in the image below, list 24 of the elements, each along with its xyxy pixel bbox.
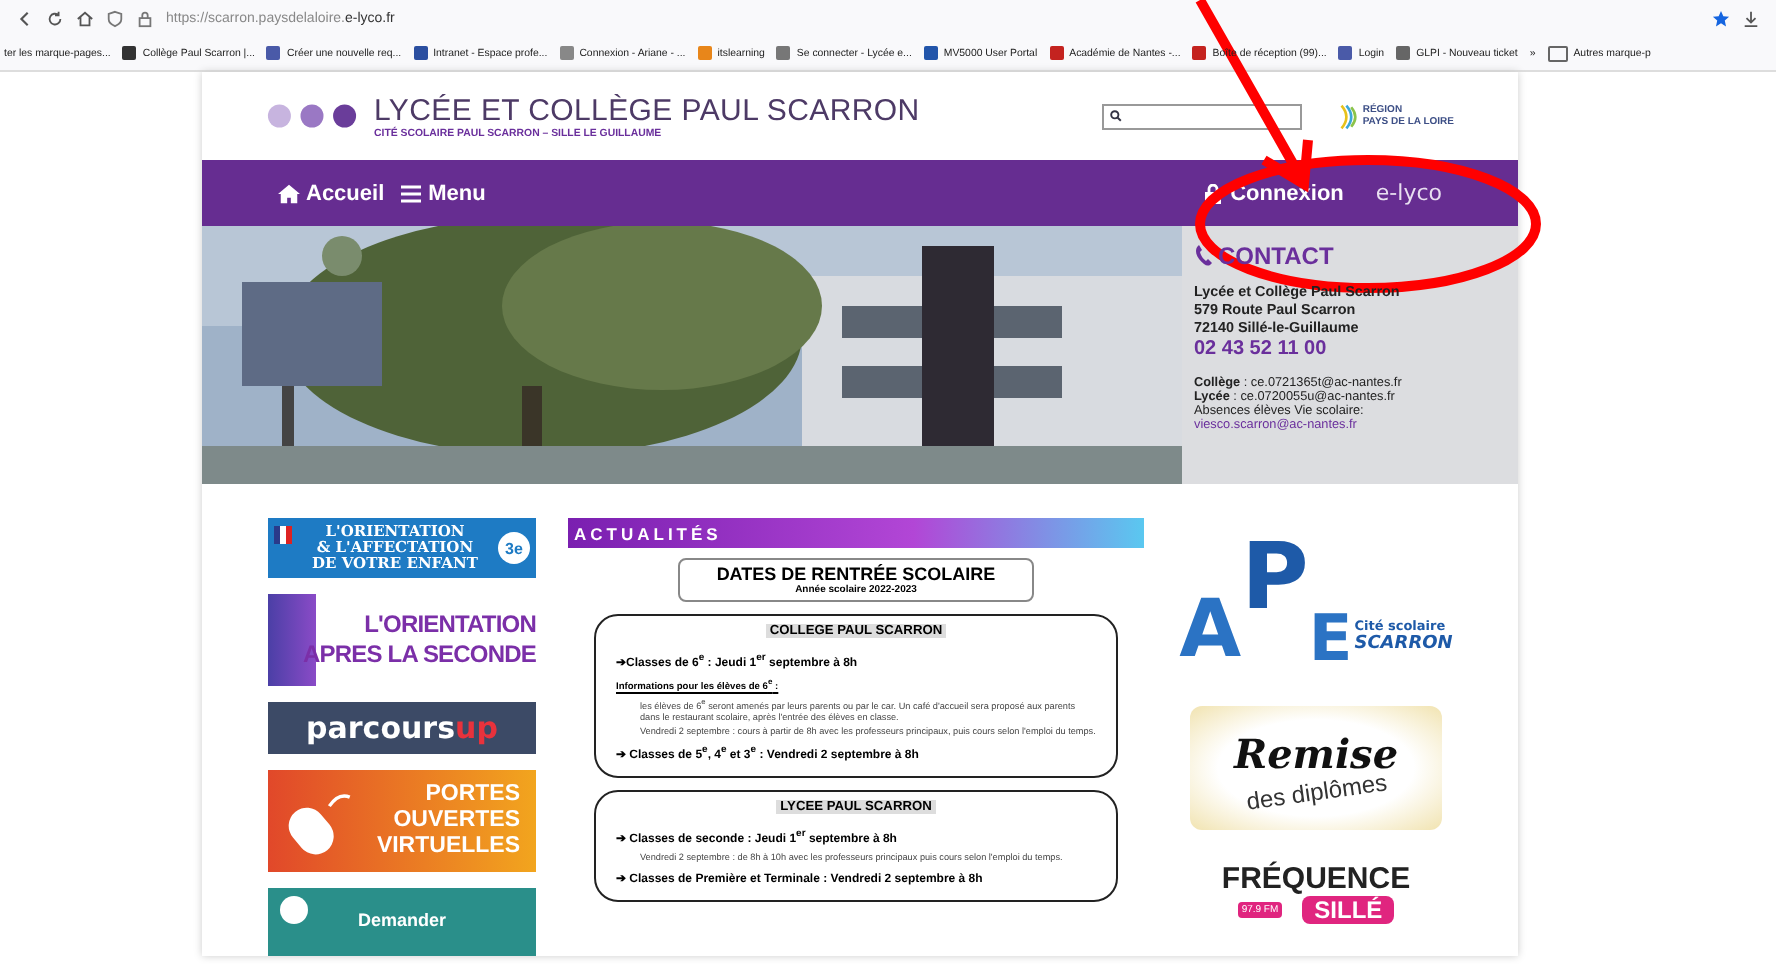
brand-logo[interactable]: e-lyco xyxy=(1375,180,1442,206)
lock-icon xyxy=(136,9,154,27)
diploma-logo[interactable]: Remise des diplômes xyxy=(1190,706,1442,830)
site-title[interactable]: LYCÉE ET COLLÈGE PAUL SCARRON xyxy=(374,93,920,127)
flyer-title: DATES DE RENTRÉE SCOLAIRE xyxy=(716,564,996,584)
region-logo-icon xyxy=(1338,103,1359,129)
search-icon xyxy=(1110,110,1123,122)
nav-link[interactable]: Accueil xyxy=(278,181,385,205)
home-icon xyxy=(278,183,300,203)
back-icon[interactable] xyxy=(16,9,34,27)
reload-icon[interactable] xyxy=(46,9,64,27)
phone-icon xyxy=(1194,244,1214,268)
nav-link[interactable]: Menu xyxy=(400,181,486,205)
search-field[interactable] xyxy=(1102,103,1303,129)
star-icon[interactable] xyxy=(1712,9,1730,27)
parcoursup-banner[interactable]: parcoursup xyxy=(268,702,536,754)
logo-dots-icon xyxy=(266,102,358,130)
home-icon[interactable] xyxy=(76,9,94,27)
request-banner[interactable]: Demander xyxy=(268,888,536,956)
menu-icon xyxy=(400,183,423,203)
news-heading: ACTUALITÉS xyxy=(568,518,1144,548)
phone-number[interactable]: 02 43 52 11 00 xyxy=(1194,338,1510,360)
shield-icon xyxy=(106,9,124,27)
download-icon[interactable] xyxy=(1742,9,1760,27)
